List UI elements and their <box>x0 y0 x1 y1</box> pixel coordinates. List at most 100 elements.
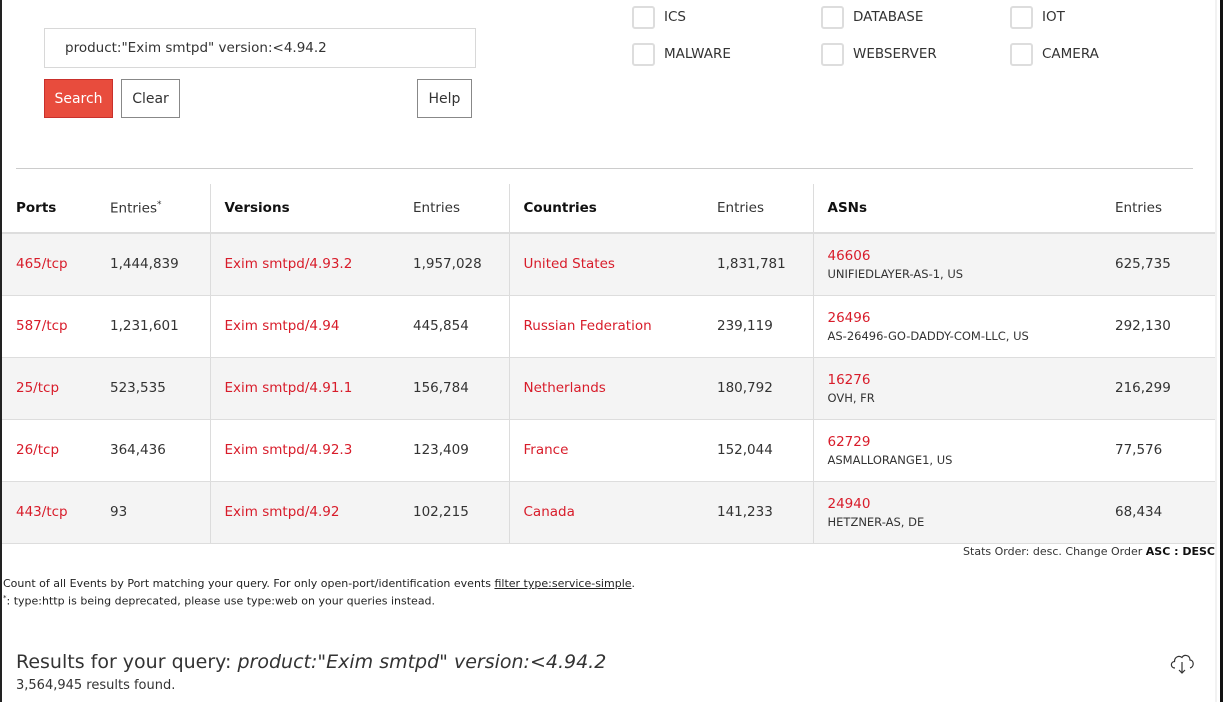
filter-camera[interactable]: CAMERA <box>1010 42 1099 66</box>
footnote-mark: * <box>157 199 162 210</box>
version-cell: Exim smtpd/4.93.2 <box>209 233 399 296</box>
version-entries: 102,215 <box>399 481 509 544</box>
version-entries: 156,784 <box>399 357 509 420</box>
results-query: product:"Exim smtpd" version:<4.94.2 <box>237 651 607 673</box>
checkbox[interactable] <box>632 42 655 66</box>
deprecation-text: : type:http is being deprecated, please … <box>6 594 436 608</box>
port-entries: 1,444,839 <box>96 233 210 296</box>
cloud-download-icon[interactable] <box>1168 650 1196 676</box>
table-row: 587/tcp 1,231,601 Exim smtpd/4.94 445,854 Ru… <box>2 295 1215 358</box>
country-entries: 180,792 <box>703 357 813 420</box>
search-input[interactable] <box>44 28 476 68</box>
port-cell: 25/tcp <box>2 357 96 420</box>
country-link[interactable]: United States <box>524 256 615 272</box>
order-desc-link[interactable]: DESC <box>1182 545 1215 558</box>
country-link[interactable]: Canada <box>524 504 575 520</box>
port-link[interactable]: 26/tcp <box>16 442 59 458</box>
version-link[interactable]: Exim smtpd/4.92.3 <box>225 442 353 458</box>
port-cell: 587/tcp <box>2 295 96 358</box>
country-cell: France <box>508 419 703 482</box>
country-link[interactable]: Russian Federation <box>524 318 652 334</box>
version-link[interactable]: Exim smtpd/4.92 <box>225 504 340 520</box>
help-button[interactable]: Help <box>417 79 472 118</box>
checkbox[interactable] <box>1010 5 1033 29</box>
asn-link[interactable]: 46606 <box>828 248 871 264</box>
header-asns: ASNs <box>812 184 1101 234</box>
asn-link[interactable]: 24940 <box>828 496 871 512</box>
filter-service-simple-link[interactable]: filter type:service-simple <box>494 577 631 590</box>
filter-malware[interactable]: MALWARE <box>632 42 731 66</box>
checkbox[interactable] <box>632 5 655 29</box>
asn-cell: 24940 HETZNER-AS, DE <box>812 481 1101 544</box>
filter-label: DATABASE <box>853 9 924 25</box>
checkbox[interactable] <box>821 5 844 29</box>
country-entries: 141,233 <box>703 481 813 544</box>
filter-iot[interactable]: IOT <box>1010 5 1065 29</box>
asn-entries: 77,576 <box>1101 419 1215 482</box>
asn-entries: 625,735 <box>1101 233 1215 296</box>
filter-database[interactable]: DATABASE <box>821 5 923 29</box>
checkbox[interactable] <box>821 42 844 66</box>
header-asns-entries: Entries <box>1101 184 1215 234</box>
country-cell: United States <box>508 233 703 296</box>
port-link[interactable]: 25/tcp <box>16 380 59 396</box>
asn-name: HETZNER-AS, DE <box>827 514 925 529</box>
order-asc-link[interactable]: ASC <box>1146 545 1171 558</box>
port-entries: 1,231,601 <box>96 295 210 358</box>
asn-entries: 216,299 <box>1101 357 1215 420</box>
asn-link[interactable]: 26496 <box>828 310 871 326</box>
version-link[interactable]: Exim smtpd/4.94 <box>225 318 340 334</box>
header-countries: Countries <box>508 184 703 234</box>
count-note-text: Count of all Events by Port matching you… <box>3 577 495 590</box>
country-cell: Canada <box>508 481 703 544</box>
asn-cell: 16276 OVH, FR <box>812 357 1101 420</box>
header-versions: Versions <box>209 184 399 234</box>
version-cell: Exim smtpd/4.92.3 <box>209 419 399 482</box>
country-cell: Netherlands <box>508 357 703 420</box>
asn-cell: 62729 ASMALLORANGE1, US <box>812 419 1101 482</box>
port-link[interactable]: 587/tcp <box>16 318 68 334</box>
stats-order: Stats Order: desc. Change Order ASC : DE… <box>963 545 1215 558</box>
table-row: 25/tcp 523,535 Exim smtpd/4.91.1 156,784 Net… <box>2 357 1215 420</box>
scroll-gutter <box>1215 0 1217 702</box>
results-title: Results for your query: product:"Exim sm… <box>16 651 606 673</box>
version-entries: 1,957,028 <box>399 233 509 296</box>
port-entries: 364,436 <box>96 419 210 482</box>
country-cell: Russian Federation <box>508 295 703 358</box>
order-text: Stats Order: desc. Change Order <box>963 545 1146 558</box>
filter-ics[interactable]: ICS <box>632 5 686 29</box>
version-entries: 123,409 <box>399 419 509 482</box>
asn-entries: 68,434 <box>1101 481 1215 544</box>
version-cell: Exim smtpd/4.91.1 <box>209 357 399 420</box>
asn-cell: 46606 UNIFIEDLAYER-AS-1, US <box>812 233 1101 296</box>
results-count: 3,564,945 results found. <box>16 678 176 693</box>
asn-name: UNIFIEDLAYER-AS-1, US <box>827 266 964 281</box>
header-label: Entries <box>110 200 158 217</box>
divider <box>16 168 1193 169</box>
port-link[interactable]: 443/tcp <box>16 504 68 520</box>
search-button[interactable]: Search <box>44 79 113 118</box>
header-versions-entries: Entries <box>399 184 509 234</box>
order-divider: : <box>1170 545 1183 558</box>
count-note-end: . <box>631 577 636 590</box>
asn-link[interactable]: 62729 <box>828 434 871 450</box>
clear-button[interactable]: Clear <box>121 79 180 118</box>
version-entries: 445,854 <box>399 295 509 358</box>
stats-table: Ports Entries* Versions Entries Countrie… <box>2 184 1215 544</box>
asn-link[interactable]: 16276 <box>828 372 871 388</box>
port-entries: 523,535 <box>96 357 210 420</box>
table-row: 465/tcp 1,444,839 Exim smtpd/4.93.2 1,957,0… <box>2 233 1215 296</box>
country-link[interactable]: Netherlands <box>524 380 606 396</box>
country-entries: 239,119 <box>703 295 813 358</box>
version-link[interactable]: Exim smtpd/4.91.1 <box>225 380 353 396</box>
filter-webserver[interactable]: WEBSERVER <box>821 42 937 66</box>
checkbox[interactable] <box>1010 42 1033 66</box>
results-title-prefix: Results for your query: <box>16 651 238 673</box>
asn-name: ASMALLORANGE1, US <box>827 452 953 467</box>
country-entries: 1,831,781 <box>703 233 813 296</box>
asn-entries: 292,130 <box>1101 295 1215 358</box>
table-row: 443/tcp 93 Exim smtpd/4.92 102,215 Canada 141… <box>2 481 1215 544</box>
port-link[interactable]: 465/tcp <box>16 256 68 272</box>
country-link[interactable]: France <box>524 442 569 458</box>
version-link[interactable]: Exim smtpd/4.93.2 <box>225 256 353 272</box>
